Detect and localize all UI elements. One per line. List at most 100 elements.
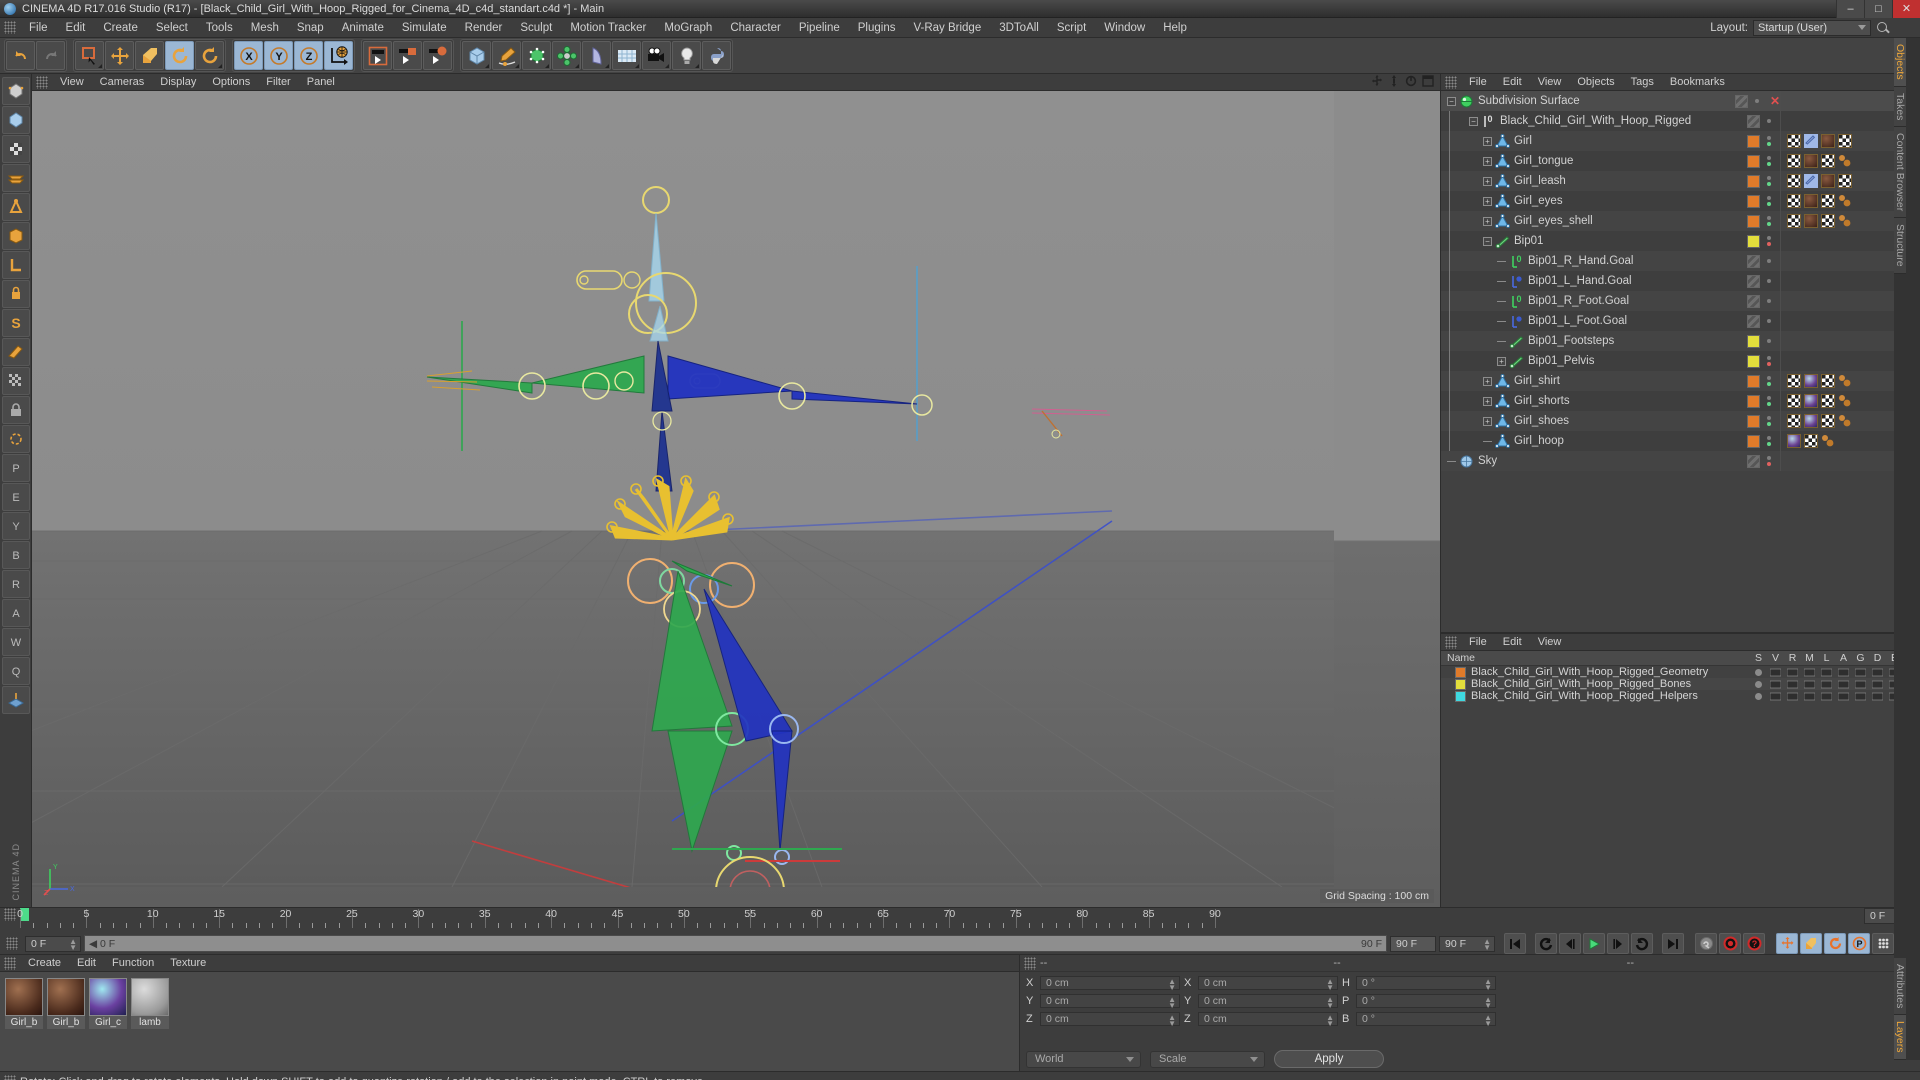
menu-character[interactable]: Character	[721, 18, 790, 38]
close-button[interactable]: ✕	[1892, 0, 1920, 18]
scale-tool-button[interactable]	[135, 41, 164, 70]
visibility-dot[interactable]	[1767, 396, 1771, 400]
object-row[interactable]: + Girl_eyes	[1441, 191, 1920, 211]
tag-cloth-tex-icon[interactable]	[1787, 434, 1801, 448]
material-manager-menu-create[interactable]: Create	[20, 955, 69, 972]
menu-v-ray-bridge[interactable]: V-Ray Bridge	[904, 18, 990, 38]
visibility-dot[interactable]	[1767, 142, 1771, 146]
menu-simulate[interactable]: Simulate	[393, 18, 456, 38]
layer-manager-icon[interactable]	[1801, 680, 1818, 689]
visibility-dots[interactable]	[1764, 196, 1774, 206]
python-script-button[interactable]	[702, 41, 731, 70]
object-row[interactable]: + Girl	[1441, 131, 1920, 151]
tag-cloth-tex-icon[interactable]	[1804, 374, 1818, 388]
tag-checker-icon[interactable]	[1838, 174, 1852, 188]
layer-color-swatch[interactable]	[1455, 690, 1466, 702]
visibility-dot[interactable]	[1767, 462, 1771, 466]
menu-file[interactable]: File	[20, 18, 57, 38]
layer-manager-menu-file[interactable]: File	[1461, 634, 1495, 651]
visibility-dot[interactable]	[1767, 356, 1771, 360]
edge-mode-button[interactable]	[1, 193, 30, 221]
layer-deformer-icon[interactable]	[1869, 692, 1886, 701]
point-level-animation-button[interactable]	[1872, 933, 1894, 954]
play-backwards-button[interactable]	[1535, 933, 1557, 954]
layer-animation-icon[interactable]	[1835, 692, 1852, 701]
object-row[interactable]: Girl_hoop	[1441, 431, 1920, 451]
layer-manager-menu-view[interactable]: View	[1530, 634, 1570, 651]
visibility-dots[interactable]	[1764, 416, 1774, 426]
layer-color-chip[interactable]	[1747, 314, 1760, 328]
w-snap-button[interactable]: W	[1, 628, 30, 656]
timeline-grip-icon[interactable]	[4, 908, 16, 921]
move-tool-button[interactable]	[105, 41, 134, 70]
object-row[interactable]: Bip01_L_Foot.Goal	[1441, 311, 1920, 331]
object-row[interactable]: Bip01_Footsteps	[1441, 331, 1920, 351]
material-list[interactable]: Girl_b Girl_b Girl_c lamb	[0, 972, 1019, 1071]
texture-mode-button[interactable]	[1, 135, 30, 163]
model-axis-button[interactable]	[1, 251, 30, 279]
material-manager-grip-icon[interactable]	[4, 956, 16, 970]
play-button[interactable]	[1583, 933, 1605, 954]
layer-color-chip[interactable]	[1747, 394, 1760, 408]
visibility-dots[interactable]	[1764, 319, 1774, 323]
layer-animation-icon[interactable]	[1835, 680, 1852, 689]
layer-color-chip[interactable]	[1747, 194, 1760, 208]
tag-spheres-icon[interactable]	[1838, 154, 1852, 168]
layer-eye-icon[interactable]	[1767, 668, 1784, 677]
close-icon[interactable]: ✕	[1770, 94, 1780, 108]
menu-create[interactable]: Create	[94, 18, 147, 38]
visibility-dot[interactable]	[1767, 156, 1771, 160]
light-button[interactable]	[672, 41, 701, 70]
layer-list[interactable]: Black_Child_Girl_With_Hoop_Rigged_Geomet…	[1441, 666, 1920, 702]
layer-render-icon[interactable]	[1784, 692, 1801, 701]
visibility-dot[interactable]	[1767, 402, 1771, 406]
tag-joint-icon[interactable]	[1804, 174, 1818, 188]
menu-script[interactable]: Script	[1048, 18, 1095, 38]
visibility-dot[interactable]	[1767, 442, 1771, 446]
minimize-button[interactable]: –	[1836, 0, 1864, 18]
transport-grip-icon[interactable]	[6, 937, 18, 950]
spinner-icon[interactable]: ▲▼	[1168, 1014, 1176, 1028]
object-manager-grip-icon[interactable]	[1445, 75, 1457, 89]
visibility-dot[interactable]	[1767, 176, 1771, 180]
visibility-dot[interactable]	[1767, 136, 1771, 140]
spinner-icon[interactable]: ▲▼	[1168, 978, 1176, 992]
right-tab-content-browser[interactable]: Content Browser	[1894, 127, 1906, 219]
right-tab-layers[interactable]: Layers	[1894, 1015, 1906, 1060]
spinner-icon[interactable]: ▲▼	[1326, 1014, 1334, 1028]
expand-icon[interactable]: +	[1483, 416, 1492, 426]
expand-icon[interactable]: +	[1483, 156, 1492, 166]
expand-icon[interactable]: +	[1483, 196, 1492, 206]
lock-y-axis-button[interactable]: Y	[264, 41, 293, 70]
key-rotation-button[interactable]	[1824, 933, 1846, 954]
tag-skin-brown-icon[interactable]	[1804, 154, 1818, 168]
layer-manager-icon[interactable]	[1801, 692, 1818, 701]
tag-skin-brown-icon[interactable]	[1804, 214, 1818, 228]
soft-selection-button[interactable]: S	[1, 309, 30, 337]
camera-button[interactable]	[642, 41, 671, 70]
layer-color-chip[interactable]	[1747, 134, 1760, 148]
object-row[interactable]: −0 Black_Child_Girl_With_Hoop_Rigged	[1441, 111, 1920, 131]
tag-spheres-icon[interactable]	[1838, 194, 1852, 208]
maximize-button[interactable]: □	[1864, 0, 1892, 18]
viewport-menu-filter[interactable]: Filter	[258, 74, 298, 91]
layer-color-chip[interactable]	[1747, 294, 1760, 308]
tag-spheres-icon[interactable]	[1838, 214, 1852, 228]
visibility-dot[interactable]	[1767, 279, 1771, 283]
tag-checker-icon[interactable]	[1821, 394, 1835, 408]
polygon-mode-button[interactable]	[1, 222, 30, 250]
y-snap-button[interactable]: Y	[1, 512, 30, 540]
layer-generator-icon[interactable]	[1852, 692, 1869, 701]
tag-cloth-tex-icon[interactable]	[1804, 394, 1818, 408]
layer-lock-icon[interactable]	[1818, 680, 1835, 689]
material-preview[interactable]	[89, 978, 127, 1016]
layer-row[interactable]: Black_Child_Girl_With_Hoop_Rigged_Bones	[1441, 678, 1920, 690]
object-row[interactable]: Sky	[1441, 451, 1920, 471]
rotate-view-icon[interactable]	[1405, 75, 1417, 90]
visibility-dots[interactable]	[1764, 136, 1774, 146]
tag-checker-icon[interactable]	[1787, 174, 1801, 188]
go-to-end-button[interactable]	[1662, 933, 1684, 954]
visibility-dot[interactable]	[1767, 422, 1771, 426]
render-view-button[interactable]	[363, 41, 392, 70]
layer-color-swatch[interactable]	[1455, 666, 1466, 678]
